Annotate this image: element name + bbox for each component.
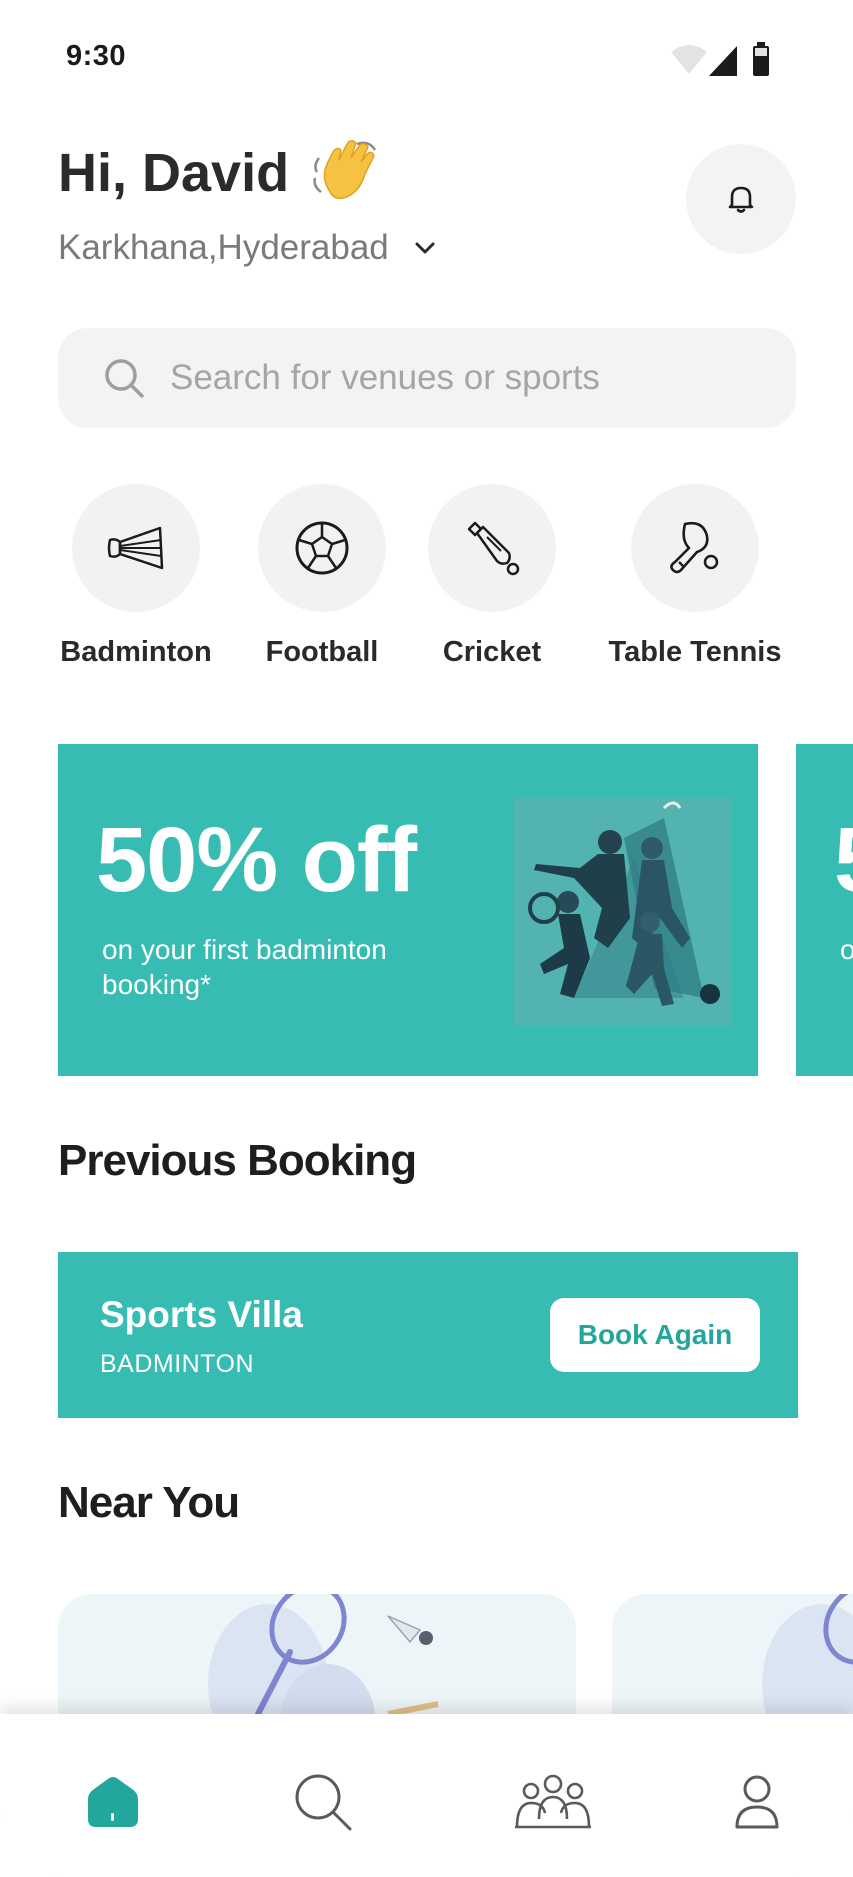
sport-circle [258,484,386,612]
notification-button[interactable] [686,144,796,254]
location-selector[interactable]: Karkhana,Hyderabad [58,228,437,268]
promo-subtitle: on your first badminton booking* [102,934,387,1000]
nav-community[interactable] [506,1762,600,1842]
table-tennis-icon [670,521,719,574]
previous-booking-heading: Previous Booking [58,1136,417,1185]
promo-title: 50% off [96,809,417,911]
sport-label: Cricket [442,636,542,668]
bottom-nav [0,1714,853,1877]
status-icons [669,42,779,78]
nav-home[interactable] [68,1762,158,1842]
booking-venue: Sports Villa [100,1294,303,1335]
sport-badminton[interactable]: Badminton [58,484,214,669]
community-icon [515,1774,591,1829]
search-input[interactable] [170,358,730,398]
waving-hand-emoji [313,140,377,200]
search-icon [295,1774,352,1831]
promo-card-next[interactable]: 5 o b [796,744,853,1076]
nav-profile[interactable] [712,1762,802,1842]
bell-icon [728,186,754,213]
football-icon [295,521,349,575]
home-icon [88,1777,138,1827]
promo-title-next: 5 [834,808,853,913]
sport-label: Football [265,636,379,668]
venue-card-image [208,1594,439,1724]
greeting-row: Hi, David [58,138,381,208]
cellular-signal-icon [709,46,737,76]
status-bar: 9:30 [0,0,853,120]
near-you-carousel[interactable] [58,1594,853,1724]
previous-booking-card[interactable]: Sports Villa BADMINTON Book Again [58,1252,798,1418]
sport-table-tennis[interactable]: Table Tennis [600,484,790,669]
nav-search[interactable] [278,1762,368,1842]
sport-circle [72,484,200,612]
booking-sport: BADMINTON [100,1350,255,1378]
sport-label: Table Tennis [608,636,782,668]
promo-carousel[interactable]: 50% off on your first badminton booking* [58,744,853,1076]
app-screen: 9:30 Hi, David Karkhana,Hyderabad Search… [0,0,853,1877]
sport-circle [428,484,556,612]
greeting-text: Hi, David [58,143,290,203]
battery-icon [753,42,769,76]
sport-circle [631,484,759,612]
venue-card-next[interactable] [612,1594,853,1724]
near-you-heading: Near You [58,1478,240,1527]
promo-illustration [514,798,732,1026]
chevron-down-icon [415,242,435,254]
sport-football[interactable]: Football [244,484,400,669]
location-text: Karkhana,Hyderabad [58,228,389,267]
search-icon [105,359,144,398]
venue-card-image [762,1594,853,1724]
book-again-button[interactable]: Book Again [550,1298,760,1372]
sport-label: Badminton [60,636,212,668]
venue-card[interactable] [58,1594,576,1724]
wifi-icon [671,45,707,74]
profile-icon [735,1775,779,1829]
promo-card[interactable]: 50% off on your first badminton booking* [58,744,758,1076]
sport-cricket[interactable]: Cricket [422,484,562,669]
search-bar[interactable] [58,328,796,428]
promo-subtitle-next: o b [840,934,853,965]
status-time: 9:30 [66,40,127,72]
shuttlecock-icon [107,526,164,570]
cricket-bat-icon [467,521,520,576]
